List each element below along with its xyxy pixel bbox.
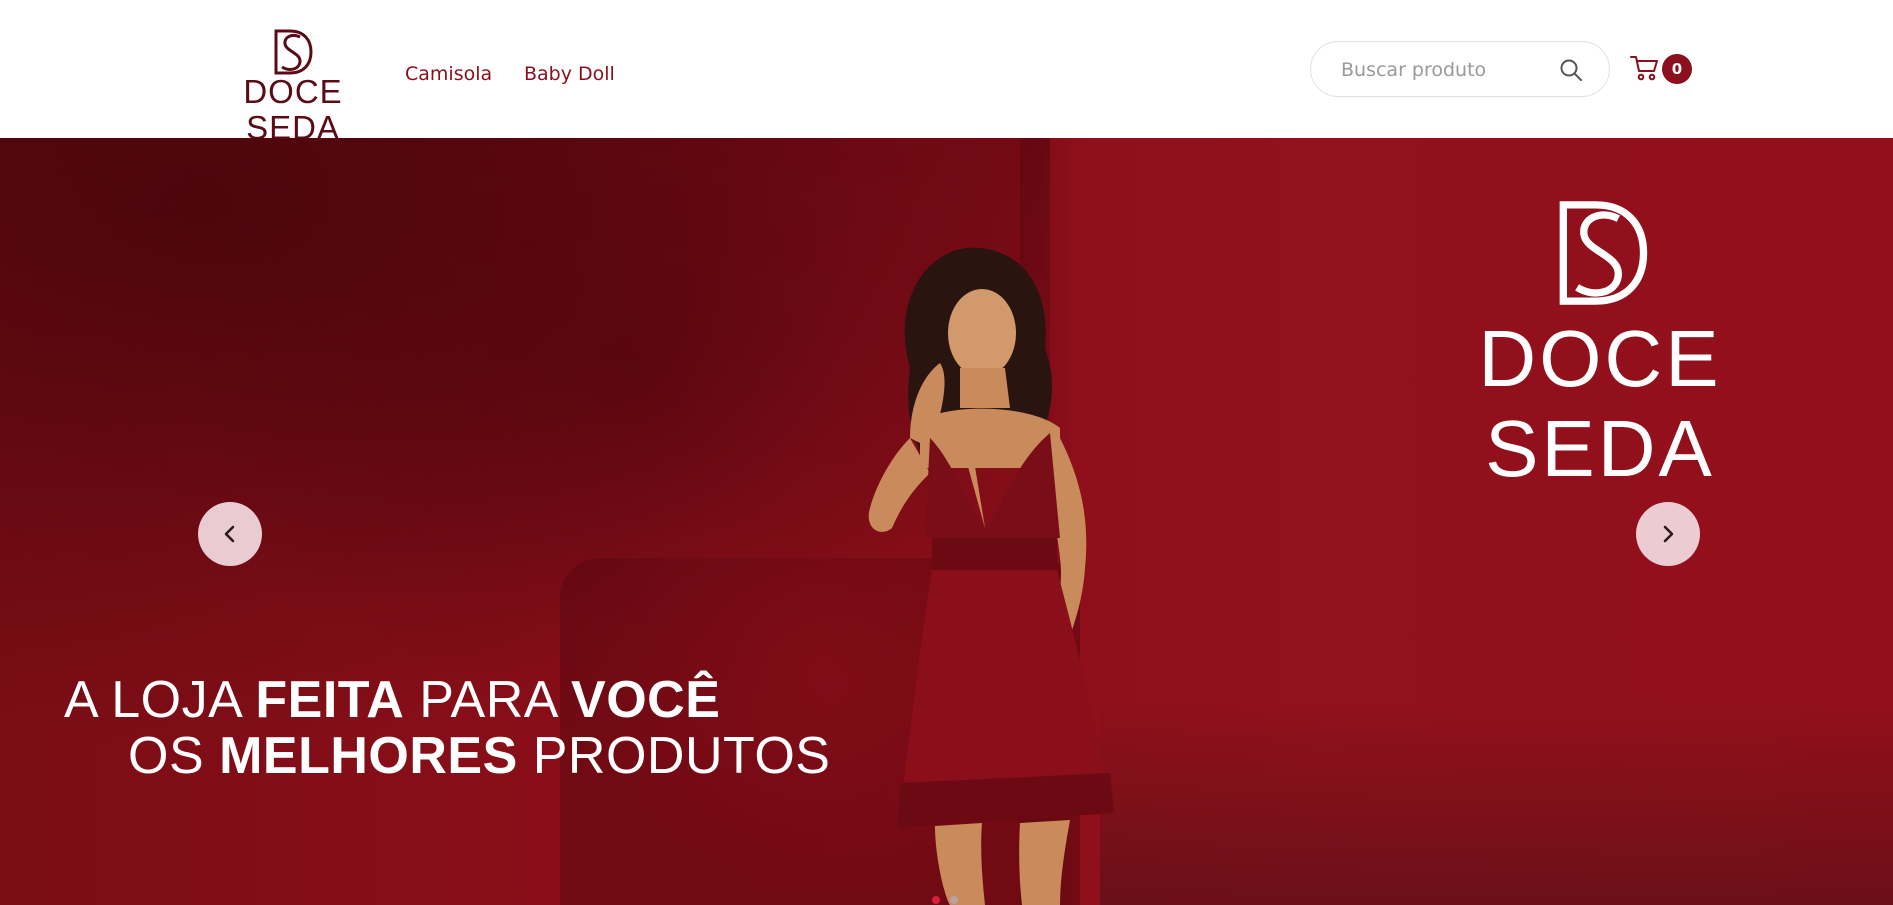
hero-headline-line-2: OS MELHORES PRODUTOS (64, 728, 830, 784)
carousel-next-button[interactable] (1636, 502, 1700, 566)
nav-link-camisola[interactable]: Camisola (405, 62, 492, 86)
carousel-dots (932, 896, 962, 904)
search-input[interactable] (1339, 56, 1549, 84)
hero-logo-wordmark: DOCE SEDA (1478, 314, 1722, 493)
hero-headline: A LOJA FEITA PARA VOCÊ OS MELHORES PRODU… (64, 672, 830, 784)
brand-logo[interactable]: DOCE SEDA (198, 28, 388, 146)
logo-monogram-icon (274, 29, 313, 75)
hero-model-image (868, 247, 1114, 905)
headline-text: PARA (404, 671, 572, 729)
hero-headline-line-1: A LOJA FEITA PARA VOCÊ (64, 672, 830, 728)
nav-link-baby-doll[interactable]: Baby Doll (524, 62, 615, 86)
cart-icon (1630, 56, 1658, 81)
hero-brand-logo: DOCE SEDA (1380, 198, 1820, 518)
hero-banner: DOCE SEDA A LOJA FEITA PARA VOCÊ OS MELH… (0, 138, 1893, 905)
search-icon[interactable] (1559, 58, 1583, 82)
headline-text: A LOJA (64, 671, 256, 729)
carousel-dot-active[interactable] (932, 896, 940, 904)
hero-background-floor (1100, 698, 1893, 905)
headline-text-bold: MELHORES (219, 727, 518, 785)
site-header: DOCE SEDA Camisola Baby Doll 0 (0, 0, 1893, 146)
logo-wordmark: DOCE SEDA (243, 73, 343, 146)
headline-text-bold: VOCÊ (571, 671, 721, 729)
chevron-left-icon (224, 525, 235, 543)
carousel-dot[interactable] (950, 896, 958, 904)
headline-text-bold: FEITA (255, 671, 405, 729)
chevron-right-icon (1663, 525, 1674, 543)
hero-logo-monogram-icon (1559, 201, 1648, 305)
headline-text: OS (128, 727, 220, 785)
search-box (1310, 41, 1610, 97)
cart-count-badge: 0 (1662, 54, 1692, 84)
carousel-prev-button[interactable] (198, 502, 262, 566)
headline-text: PRODUTOS (517, 727, 831, 785)
cart-button[interactable]: 0 (1630, 52, 1692, 86)
